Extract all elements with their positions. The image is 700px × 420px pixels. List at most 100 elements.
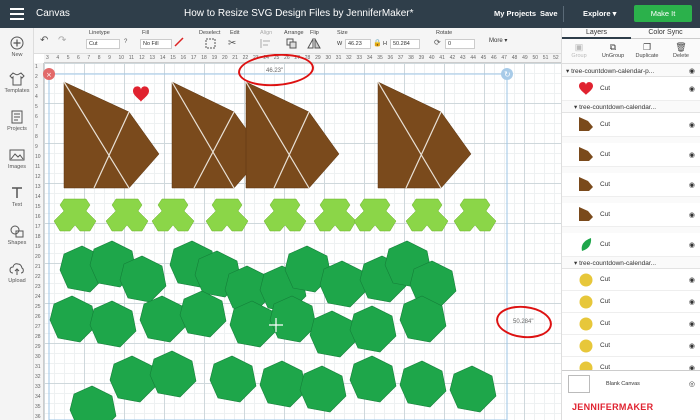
svg-text:×: × [46,71,52,79]
layers-panel: Layers Color Sync ▣ Group ⧉ UnGroup ❐ Dupli… [561,28,700,420]
design-canvas[interactable]: 3 4 5 6 7 8 9 10 11 12 13 14 15 16 17 18 19 20 21 22 23 24 25 2… [34,54,561,420]
eye-icon[interactable]: ◉ [689,121,695,129]
group-button[interactable]: ▣ Group [562,42,596,59]
text-button[interactable]: Text [0,186,34,208]
height-readout: 50.284" [513,319,534,325]
ungroup-button[interactable]: ⧉ UnGroup [596,42,630,59]
layer-item-row[interactable]: Cut ◉ [562,335,700,357]
layer-list: ▾ tree-countdown-calendar-p... ◉ Cut ◉ ▾… [562,65,700,370]
brown-triangle-thumbnail [579,117,593,131]
my-projects-link[interactable]: My Projects [494,9,536,18]
width-input[interactable]: 46.23 [345,39,371,49]
machine-select[interactable]: Explore ▾ [583,9,616,18]
eye-icon[interactable]: ◉ [689,181,695,189]
fill-select[interactable]: No Fill [140,39,172,49]
blank-canvas-row[interactable]: Blank Canvas ◎ [562,370,700,398]
yellow-star-thumbnail [579,361,593,370]
new-label: New [11,52,23,58]
tab-layers[interactable]: Layers [562,29,631,39]
dark-green-piece [349,305,397,353]
app-title: Canvas [36,8,70,19]
dark-green-piece [299,365,347,413]
templates-button[interactable]: Templates [0,72,34,94]
layer-item-row[interactable]: Cut ◉ [562,143,700,167]
layer-item-row[interactable]: Cut ◉ [562,269,700,291]
make-it-button[interactable]: Make It [634,5,692,22]
top-bar: Canvas How to Resize SVG Design Files by… [0,0,700,28]
hamburger-menu-icon[interactable] [10,8,24,20]
eye-icon[interactable]: ◉ [689,320,695,328]
eye-icon[interactable]: ◉ [689,342,695,350]
dark-green-piece [309,310,357,358]
projects-button[interactable]: Projects [0,110,34,132]
layer-item-row[interactable]: Cut ◉ [562,291,700,313]
heart-shape [133,86,149,102]
eye-hidden-icon[interactable]: ◎ [689,380,695,388]
text-label: Text [11,202,23,208]
linetype-select[interactable]: Cut [86,39,120,49]
images-icon [9,148,25,162]
new-button[interactable]: New [0,36,34,58]
dark-green-piece [259,360,307,408]
layer-label: Cut [600,342,611,349]
layer-item-row[interactable]: Cut ◉ [562,357,700,370]
upload-icon [9,262,25,276]
dark-green-piece [449,365,497,413]
save-button[interactable]: Save [540,9,558,18]
layer-label: Cut [600,320,611,327]
light-green-piece [405,198,449,232]
fill-color-icon[interactable] [174,37,184,50]
undo-icon[interactable]: ↶ [40,35,48,46]
eye-icon[interactable]: ◉ [689,241,695,249]
delete-button[interactable]: 🗑 Delete [664,42,698,59]
layer-group-name: ▾ tree-countdown-calendar-p... [566,68,655,75]
rotate-icon[interactable]: ⟳ [434,38,441,47]
duplicate-button[interactable]: ❐ Duplicate [630,42,664,59]
light-green-piece [453,198,497,232]
design-artwork: ↻ × [43,68,513,420]
edit-scissors-icon[interactable]: ✂ [228,38,236,49]
linetype-value: Cut [89,41,98,47]
projects-icon [9,110,25,124]
templates-label: Templates [4,88,30,94]
upload-button[interactable]: Upload [0,262,34,284]
shapes-button[interactable]: Shapes [0,224,34,246]
layer-group-row[interactable]: ▾ tree-countdown-calendar... [562,101,700,113]
flip-icon[interactable] [307,37,321,52]
more-menu[interactable]: More ▾ [489,37,507,44]
layer-item-row[interactable]: Cut ◉ [562,313,700,335]
eye-icon[interactable]: ◉ [689,211,695,219]
group-label: Group [571,53,587,59]
eye-icon[interactable]: ◉ [689,298,695,306]
layer-item-row[interactable]: Cut ◉ [562,113,700,137]
lock-icon[interactable]: 🔒 [373,39,382,47]
align-icon[interactable] [260,38,271,52]
yellow-star-thumbnail [579,295,593,309]
layer-group-row[interactable]: ▾ tree-countdown-calendar-p... ◉ [562,65,700,77]
ungroup-label: UnGroup [601,53,625,59]
height-input[interactable]: 50.284 [390,39,420,49]
tab-color-sync[interactable]: Color Sync [631,29,700,36]
eye-icon[interactable]: ◉ [689,67,695,75]
blank-canvas-swatch[interactable] [568,375,590,393]
redo-icon[interactable]: ↷ [58,35,66,46]
eye-icon[interactable]: ◉ [689,85,695,93]
rotate-input[interactable]: 0 [445,39,475,49]
arrange-icon[interactable] [286,38,297,52]
layer-item-row[interactable]: Cut ◉ [562,233,700,257]
layer-item-row[interactable]: Cut ◉ [562,203,700,227]
deselect-icon[interactable] [205,38,216,52]
eye-icon[interactable]: ◉ [689,276,695,284]
layer-group-row[interactable]: ▾ tree-countdown-calendar... [562,257,700,269]
eye-icon[interactable]: ◉ [689,151,695,159]
images-button[interactable]: Images [0,148,34,170]
layer-item-row[interactable]: Cut ◉ [562,173,700,197]
layer-label: Cut [600,298,611,305]
deselect-label: Deselect [199,30,221,36]
linetype-help-icon[interactable]: ? [124,39,127,45]
dark-green-piece [139,295,187,343]
layer-group-name: ▾ tree-countdown-calendar... [574,104,657,111]
yellow-star-thumbnail [579,317,593,331]
layer-item-row[interactable]: Cut ◉ [562,77,700,101]
light-green-piece [151,198,195,232]
